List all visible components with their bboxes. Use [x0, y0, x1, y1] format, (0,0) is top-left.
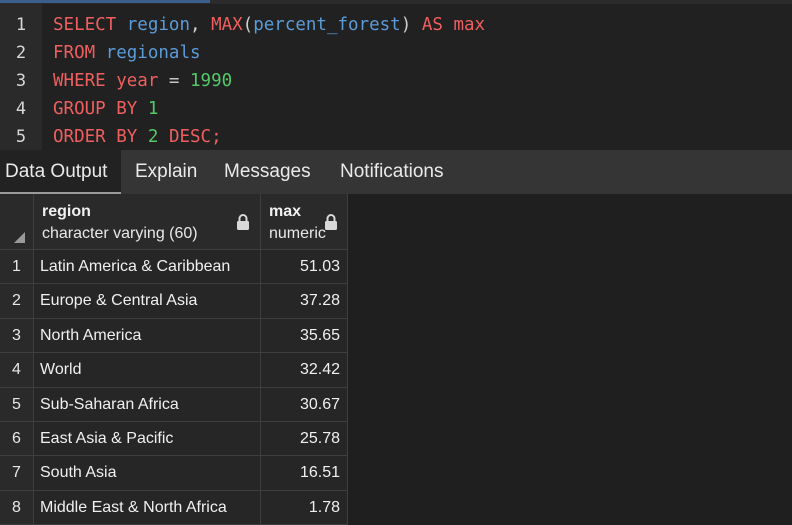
- code-text[interactable]: SELECT region, MAX(percent_forest) AS ma…: [53, 11, 485, 39]
- select-all-corner-icon: [14, 232, 25, 243]
- code-token: ;: [211, 127, 222, 147]
- line-number: 5: [15, 127, 27, 147]
- table-cell-region[interactable]: East Asia & Pacific: [34, 422, 261, 457]
- table-cell-region[interactable]: Europe & Central Asia: [34, 284, 261, 319]
- tab-data-output[interactable]: Data Output: [0, 150, 121, 194]
- tab-messages[interactable]: Messages: [224, 150, 311, 194]
- row-number[interactable]: 7: [0, 456, 34, 491]
- table-cell-region[interactable]: Sub-Saharan Africa: [34, 387, 261, 422]
- row-number[interactable]: 3: [0, 318, 34, 354]
- sql-editor[interactable]: 1 SELECT region, MAX(percent_forest) AS m…: [0, 4, 792, 150]
- column-name: max: [269, 203, 302, 220]
- code-line[interactable]: 4 GROUP BY 1: [0, 95, 792, 123]
- code-line[interactable]: 1 SELECT region, MAX(percent_forest) AS m…: [0, 11, 792, 39]
- active-editor-indicator: [0, 0, 210, 3]
- table-cell-max[interactable]: 30.67: [261, 387, 348, 422]
- code-line[interactable]: 5 ORDER BY 2 DESC;: [0, 123, 792, 151]
- tab-notifications[interactable]: Notifications: [340, 150, 444, 194]
- table-cell-region[interactable]: Middle East & North Africa: [34, 490, 261, 525]
- code-token: AS: [421, 15, 443, 35]
- table-cell-max[interactable]: 35.65: [261, 318, 348, 354]
- output-tabs: Data Output Explain Messages Notificatio…: [0, 150, 792, 194]
- table-cell-max[interactable]: 37.28: [261, 284, 348, 319]
- code-token: 1990: [190, 71, 233, 91]
- row-number[interactable]: 1: [0, 250, 34, 285]
- data-output-grid: region character varying (60) max numeri…: [0, 194, 792, 525]
- code-token: regionals: [105, 43, 201, 63]
- lock-icon: [325, 214, 337, 230]
- lock-icon: [237, 214, 249, 230]
- code-token: GROUP BY: [53, 99, 138, 119]
- code-token: year: [116, 71, 159, 91]
- code-token: 2: [147, 127, 159, 147]
- column-name: region: [42, 203, 91, 220]
- code-text[interactable]: FROM regionals: [53, 39, 201, 67]
- table-cell-region[interactable]: South Asia: [34, 456, 261, 491]
- code-token: WHERE: [53, 71, 106, 91]
- code-token: MAX: [211, 15, 243, 35]
- code-token: 1: [147, 99, 159, 119]
- code-token: max: [453, 15, 486, 35]
- code-token: SELECT: [53, 15, 117, 35]
- row-number[interactable]: 8: [0, 490, 34, 525]
- line-number: 2: [15, 43, 27, 63]
- row-number[interactable]: 4: [0, 353, 34, 388]
- code-token: =: [158, 71, 190, 91]
- code-token: (: [242, 15, 254, 35]
- table-cell-region[interactable]: Latin America & Caribbean: [34, 250, 261, 285]
- select-all-corner[interactable]: [0, 194, 34, 250]
- tab-explain[interactable]: Explain: [135, 150, 197, 194]
- row-number[interactable]: 2: [0, 284, 34, 319]
- code-text[interactable]: ORDER BY 2 DESC;: [53, 123, 222, 151]
- line-number: 4: [15, 99, 27, 119]
- line-number: 3: [15, 71, 27, 91]
- column-type: numeric: [269, 225, 326, 242]
- row-number[interactable]: 5: [0, 387, 34, 422]
- code-text[interactable]: WHERE year = 1990: [53, 67, 232, 95]
- code-line[interactable]: 3 WHERE year = 1990: [0, 67, 792, 95]
- column-header-max[interactable]: max numeric: [261, 194, 348, 250]
- table-cell-max[interactable]: 1.78: [261, 490, 348, 525]
- table-cell-max[interactable]: 16.51: [261, 456, 348, 491]
- column-type: character varying (60): [42, 225, 198, 242]
- code-token: DESC: [168, 127, 212, 147]
- code-token: ORDER BY: [53, 127, 138, 147]
- code-line[interactable]: 2 FROM regionals: [0, 39, 792, 67]
- row-number[interactable]: 6: [0, 422, 34, 457]
- table-cell-region[interactable]: World: [34, 353, 261, 388]
- code-text[interactable]: GROUP BY 1: [53, 95, 158, 123]
- column-header-region[interactable]: region character varying (60): [34, 194, 261, 250]
- table-cell-max[interactable]: 25.78: [261, 422, 348, 457]
- line-number: 1: [15, 15, 27, 35]
- code-token: ): [400, 15, 422, 35]
- table-cell-max[interactable]: 32.42: [261, 353, 348, 388]
- code-token: percent_forest: [253, 15, 401, 35]
- code-token: ,: [189, 15, 212, 35]
- table-cell-region[interactable]: North America: [34, 318, 261, 354]
- table-cell-max[interactable]: 51.03: [261, 250, 348, 285]
- code-token: region: [126, 15, 190, 35]
- code-token: FROM: [53, 43, 96, 63]
